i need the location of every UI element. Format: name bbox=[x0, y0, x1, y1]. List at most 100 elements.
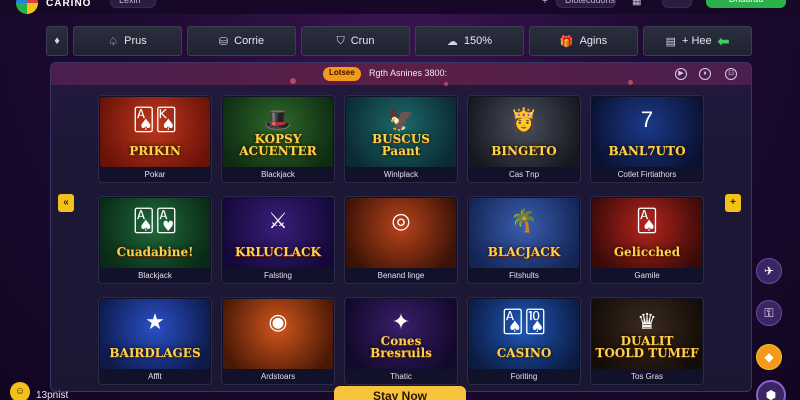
game-card[interactable]: 7 BANL7UTO Cotlet Firtiathors bbox=[590, 95, 704, 183]
game-card[interactable]: 🦅 BUSCUS Paant Winlplack bbox=[344, 95, 458, 183]
game-label: Blackjack bbox=[138, 271, 172, 280]
nav-tab-6[interactable]: ▤ + Hee ⬅ bbox=[643, 26, 752, 56]
game-thumbnail: ✦ Cones Bresruils bbox=[346, 299, 456, 369]
game-art-title: DUALIT TOOLD TUMEF bbox=[595, 334, 699, 360]
game-art-title: Gelicched bbox=[613, 245, 681, 259]
game-card[interactable]: 👸 BINGETO Cas Tnp bbox=[467, 95, 581, 183]
play-icon[interactable]: ▶ bbox=[675, 68, 687, 80]
top-pill-left[interactable]: Lexin bbox=[110, 0, 156, 8]
game-thumbnail: ⚔ KRLUCLACK bbox=[223, 198, 333, 268]
top-bar: CARINO Lexin + Dlotecudons ▦ Drlaurau bbox=[0, 0, 800, 14]
game-art-icon: 🂡🂮 bbox=[132, 107, 178, 132]
game-card[interactable]: ⚔ KRLUCLACK Falsting bbox=[221, 196, 335, 284]
shield-icon: ⛉ bbox=[336, 34, 345, 47]
plus-icon[interactable]: + bbox=[542, 0, 548, 7]
chat-icon[interactable]: ⬢ bbox=[756, 380, 786, 400]
nav-tab-label: Agins bbox=[579, 35, 608, 47]
game-thumbnail: 7 BANL7UTO bbox=[592, 97, 702, 167]
game-label: Gamile bbox=[634, 271, 660, 280]
nav-tab-1[interactable]: ♤ Prus bbox=[73, 26, 182, 56]
fullscreen-icon[interactable]: ⊡ bbox=[725, 68, 737, 80]
game-art-icon: ⚔ bbox=[268, 208, 288, 233]
game-card[interactable]: ◉ Ardstoars bbox=[221, 297, 335, 385]
gem-icon[interactable]: ◆ bbox=[756, 344, 782, 370]
scroll-left-button[interactable]: « bbox=[58, 194, 74, 212]
game-card[interactable]: ★ BAIRDLAGES Afflt bbox=[98, 297, 212, 385]
game-card[interactable]: ✦ Cones Bresruils Thatic bbox=[344, 297, 458, 385]
nav-tab-label: Corrie bbox=[234, 35, 265, 47]
top-action-button[interactable]: Drlaurau bbox=[706, 0, 786, 8]
lock-icon[interactable]: ⚿ bbox=[756, 300, 782, 326]
nav-tab-2[interactable]: ⛁ Corrie bbox=[187, 26, 296, 56]
nav-tab-label: 150% bbox=[463, 35, 493, 47]
game-label: Falsting bbox=[263, 271, 292, 280]
nav-tab-label: Crun bbox=[350, 35, 375, 47]
user-avatar[interactable]: ☺ bbox=[10, 382, 30, 400]
game-thumbnail: 🎩 KOPSY ACUENTER bbox=[223, 97, 333, 167]
nav-tab-0[interactable]: ♦ bbox=[46, 26, 68, 56]
game-thumbnail: 🂡🂪 CASINO bbox=[469, 299, 579, 369]
game-art-icon: ◉ bbox=[268, 309, 288, 334]
game-thumbnail: 🦅 BUSCUS Paant bbox=[346, 97, 456, 167]
game-label: Thatic bbox=[390, 372, 412, 381]
game-art-title: BLACJACK bbox=[487, 245, 561, 259]
game-art-title: BINGETO bbox=[491, 144, 557, 158]
game-card[interactable]: ♛ DUALIT TOOLD TUMEF Tos Gras bbox=[590, 297, 704, 385]
panel-header: Lotsee Rgth Asnines 3800: ▶ ⏸ ⊡ bbox=[51, 63, 751, 85]
grid-icon[interactable]: ▦ bbox=[632, 0, 641, 7]
game-label: Pokar bbox=[144, 170, 166, 179]
top-pill-small[interactable] bbox=[662, 0, 692, 8]
game-thumbnail: 🌴 BLACJACK bbox=[469, 198, 579, 268]
game-card[interactable]: 🂡🂮 PRIKIN Pokar bbox=[98, 95, 212, 183]
game-card[interactable]: 🎩 KOPSY ACUENTER Blackjack bbox=[221, 95, 335, 183]
game-label: Ardstoars bbox=[260, 372, 296, 381]
game-card[interactable]: 🂡 Gelicched Gamile bbox=[590, 196, 704, 284]
game-art-icon: ♛ bbox=[637, 309, 657, 334]
game-label: Afflt bbox=[148, 372, 162, 381]
game-card[interactable]: ◎ Benand linge bbox=[344, 196, 458, 284]
brand-name: CARINO bbox=[46, 0, 92, 9]
sparkle bbox=[290, 78, 296, 84]
category-nav: ♦ ♤ Prus ⛁ Corrie ⛉ Crun ☁ 150% 🎁 Agins ▤ + Hee ⬅ bbox=[46, 26, 752, 56]
game-label: Tos Gras bbox=[630, 372, 663, 381]
game-art-title: Cones Bresruils bbox=[370, 334, 432, 360]
game-art-title: CASINO bbox=[496, 346, 552, 360]
game-card[interactable]: 🂡🂱 Cuadabine! Blackjack bbox=[98, 196, 212, 284]
sparkle bbox=[444, 82, 448, 86]
game-thumbnail: 👸 BINGETO bbox=[469, 97, 579, 167]
game-art-title: BAIRDLAGES bbox=[109, 346, 201, 360]
top-pill-right[interactable]: Dlotecudons bbox=[556, 0, 616, 8]
game-label: Blackjack bbox=[261, 170, 295, 179]
game-card[interactable]: 🂡🂪 CASINO Foriting bbox=[467, 297, 581, 385]
nav-tab-4[interactable]: ☁ 150% bbox=[415, 26, 524, 56]
game-art-icon: ◎ bbox=[391, 208, 411, 233]
logo-icon[interactable] bbox=[16, 0, 38, 14]
games-panel: Lotsee Rgth Asnines 3800: ▶ ⏸ ⊡ 🂡🂮 PRIKIN… bbox=[50, 62, 752, 392]
game-thumbnail: 🂡 Gelicched bbox=[592, 198, 702, 268]
pause-icon[interactable]: ⏸ bbox=[699, 68, 711, 80]
wallet-icon: ▤ bbox=[665, 35, 676, 48]
game-label: Cotlet Firtiathors bbox=[617, 170, 677, 179]
game-art-icon: 🦅 bbox=[387, 107, 415, 132]
header-title: Rgth Asnines 3800: bbox=[369, 68, 448, 78]
games-grid: 🂡🂮 PRIKIN Pokar 🎩 KOPSY ACUENTER Blackjack 🦅 BU… bbox=[98, 95, 704, 385]
nav-tab-3[interactable]: ⛉ Crun bbox=[301, 26, 410, 56]
game-art-icon: 👸 bbox=[510, 107, 538, 132]
scroll-right-button[interactable]: + bbox=[725, 194, 741, 212]
game-art-title: BUSCUS Paant bbox=[372, 132, 430, 158]
game-art-icon: 🌴 bbox=[510, 208, 538, 233]
game-thumbnail: ♛ DUALIT TOOLD TUMEF bbox=[592, 299, 702, 369]
game-art-icon: 🂡🂱 bbox=[132, 208, 178, 233]
nav-tab-5[interactable]: 🎁 Agins bbox=[529, 26, 638, 56]
game-art-title: PRIKIN bbox=[129, 144, 181, 158]
game-thumbnail: 🂡🂱 Cuadabine! bbox=[100, 198, 210, 268]
game-art-title: Cuadabine! bbox=[116, 245, 194, 259]
game-thumbnail: ◉ bbox=[223, 299, 333, 369]
play-now-button[interactable]: Stay Now bbox=[334, 386, 466, 400]
game-card[interactable]: 🌴 BLACJACK Fitshults bbox=[467, 196, 581, 284]
game-thumbnail: ◎ bbox=[346, 198, 456, 268]
game-label: Cas Tnp bbox=[508, 170, 540, 179]
diamond-icon: ♦ bbox=[54, 35, 60, 47]
rocket-icon[interactable]: ✈ bbox=[756, 258, 782, 284]
game-art-icon: ✦ bbox=[391, 309, 411, 334]
